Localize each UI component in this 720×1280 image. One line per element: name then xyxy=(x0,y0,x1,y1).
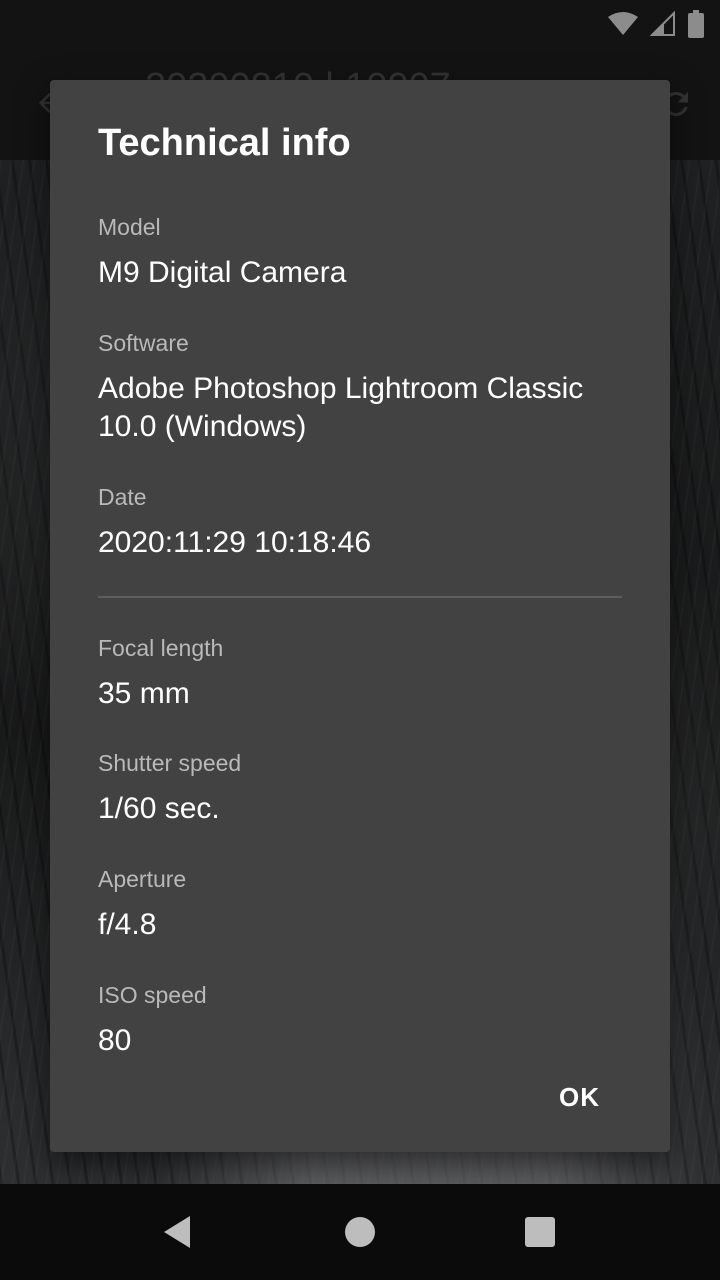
software-value: Adobe Photoshop Lightroom Classic 10.0 (… xyxy=(98,372,584,443)
nav-recents-icon[interactable] xyxy=(520,1212,560,1252)
model-value: M9 Digital Camera xyxy=(98,256,347,289)
date-label: Date xyxy=(98,484,147,510)
software-label: Software xyxy=(98,330,189,356)
model-label: Model xyxy=(98,214,161,240)
focal-length-label: Focal length xyxy=(98,635,224,661)
iso-speed-value: 80 xyxy=(98,1024,132,1057)
iso-speed-label: ISO speed xyxy=(98,982,207,1008)
shutter-speed-value: 1/60 sec. xyxy=(98,792,220,825)
divider xyxy=(98,596,622,598)
shutter-speed-label: Shutter speed xyxy=(98,750,242,776)
nav-back-icon[interactable] xyxy=(158,1212,198,1252)
technical-info-dialog: Technical info Model M9 Digital Camera S… xyxy=(50,80,670,1152)
date-value: 2020:11:29 10:18:46 xyxy=(98,526,372,559)
aperture-label: Aperture xyxy=(98,866,187,892)
focal-length-value: 35 mm xyxy=(98,677,190,710)
navigation-bar xyxy=(0,1184,720,1280)
dialog-title: Technical info xyxy=(98,122,351,164)
ok-button[interactable]: OK xyxy=(539,1076,620,1119)
aperture-value: f/4.8 xyxy=(98,908,157,941)
screen: 20200810 | 10007 Technical info Model M9… xyxy=(0,0,720,1280)
nav-home-icon[interactable] xyxy=(340,1212,380,1252)
